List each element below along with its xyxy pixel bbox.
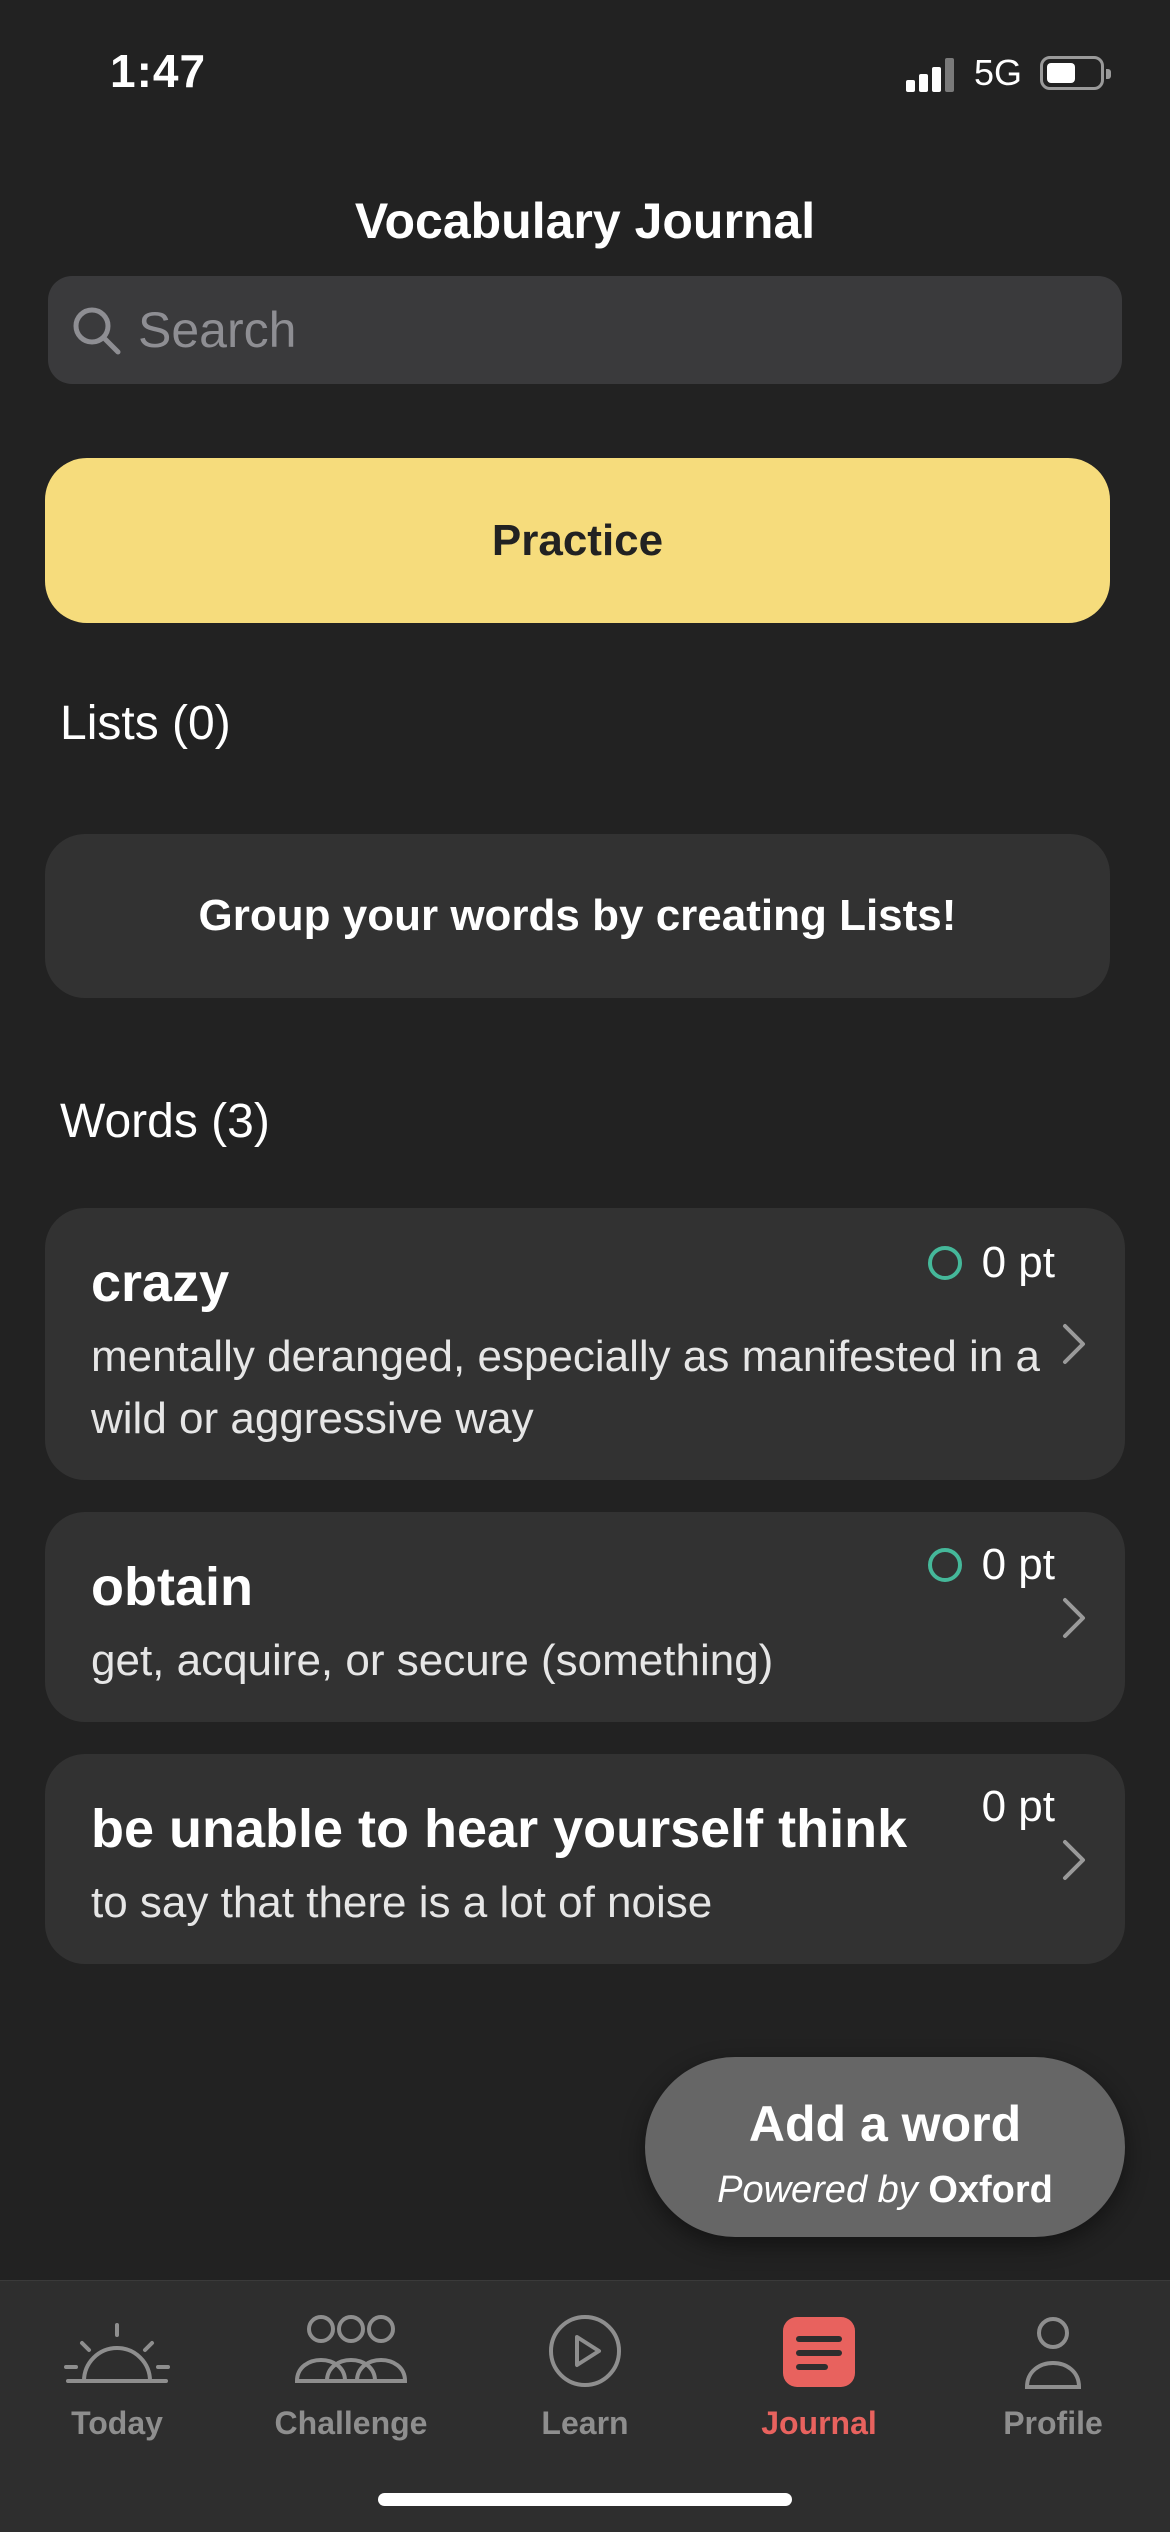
points-badge: 0 pt <box>982 1782 1055 1832</box>
page-title: Vocabulary Journal <box>354 193 816 249</box>
lists-heading: Lists (0) <box>60 697 231 750</box>
lists-empty-message: Group your words by creating Lists! <box>198 891 957 940</box>
tab-profile-label: Profile <box>1003 2405 1103 2441</box>
network-type: 5G <box>974 52 1023 93</box>
oxford-brand: Oxford <box>928 2169 1053 2211</box>
tab-journal[interactable]: Journal <box>702 2281 936 2481</box>
tab-learn[interactable]: Learn <box>468 2281 702 2481</box>
words-heading: Words (3) <box>60 1095 270 1148</box>
chevron-right-icon <box>1063 1840 1085 1880</box>
progress-ring-icon <box>927 1246 962 1280</box>
status-bar: 1:47 5G <box>0 0 1170 150</box>
search-bar[interactable] <box>48 276 1122 384</box>
tab-challenge[interactable]: Challenge <box>234 2281 468 2481</box>
word-card-be-unable-to-hear-yourself-think[interactable]: 0 pt be unable to hear yourself think to… <box>45 1754 1125 1964</box>
chevron-right-icon <box>1063 1598 1085 1638</box>
search-input[interactable] <box>138 276 1098 384</box>
powered-by-prefix: Powered by <box>717 2169 918 2211</box>
points-badge: 0 pt <box>927 1238 1055 1288</box>
create-list-card[interactable]: Group your words by creating Lists! <box>45 834 1110 998</box>
word-definition: mentally deranged, especially as manifes… <box>91 1332 1040 1443</box>
powered-by-oxford: Powered by Oxford <box>645 2169 1125 2212</box>
tab-today[interactable]: Today <box>0 2281 234 2481</box>
home-indicator[interactable] <box>378 2493 792 2506</box>
person-icon <box>1024 2317 1082 2389</box>
progress-ring-icon <box>927 1548 962 1582</box>
word-term: crazy <box>91 1253 230 1313</box>
tab-journal-label: Journal <box>761 2405 877 2441</box>
word-definition: to say that there is a lot of noise <box>91 1878 713 1927</box>
status-time: 1:47 <box>110 45 207 97</box>
tab-today-label: Today <box>71 2405 163 2441</box>
word-term: obtain <box>91 1557 253 1617</box>
journal-icon <box>783 2317 855 2387</box>
tab-profile[interactable]: Profile <box>936 2281 1170 2481</box>
practice-button-label: Practice <box>491 515 664 565</box>
vocabulary-journal-screen: 1:47 5G Vocabulary Journal Practice List… <box>0 0 1170 2532</box>
points-value: 0 pt <box>981 1782 1055 1831</box>
word-term: be unable to hear yourself think <box>91 1799 908 1859</box>
word-card-crazy[interactable]: 0 pt crazy mentally deranged, especially… <box>45 1208 1125 1480</box>
sunrise-icon <box>64 2323 170 2383</box>
points-value: 0 pt <box>981 1238 1055 1287</box>
practice-button[interactable]: Practice <box>45 458 1110 623</box>
group-icon <box>294 2315 408 2383</box>
cellular-signal-icon <box>906 58 958 92</box>
battery-icon <box>1040 56 1111 90</box>
tab-challenge-label: Challenge <box>274 2405 428 2441</box>
add-word-button[interactable]: Add a word Powered by Oxford <box>645 2057 1125 2237</box>
chevron-right-icon <box>1063 1324 1085 1364</box>
word-definition: get, acquire, or secure (something) <box>91 1636 774 1685</box>
play-circle-icon <box>549 2315 621 2387</box>
tab-learn-label: Learn <box>541 2405 629 2441</box>
points-badge: 0 pt <box>927 1540 1055 1590</box>
points-value: 0 pt <box>981 1540 1055 1589</box>
search-icon <box>73 307 121 355</box>
add-word-label: Add a word <box>748 2096 1022 2152</box>
word-card-obtain[interactable]: 0 pt obtain get, acquire, or secure (som… <box>45 1512 1125 1722</box>
